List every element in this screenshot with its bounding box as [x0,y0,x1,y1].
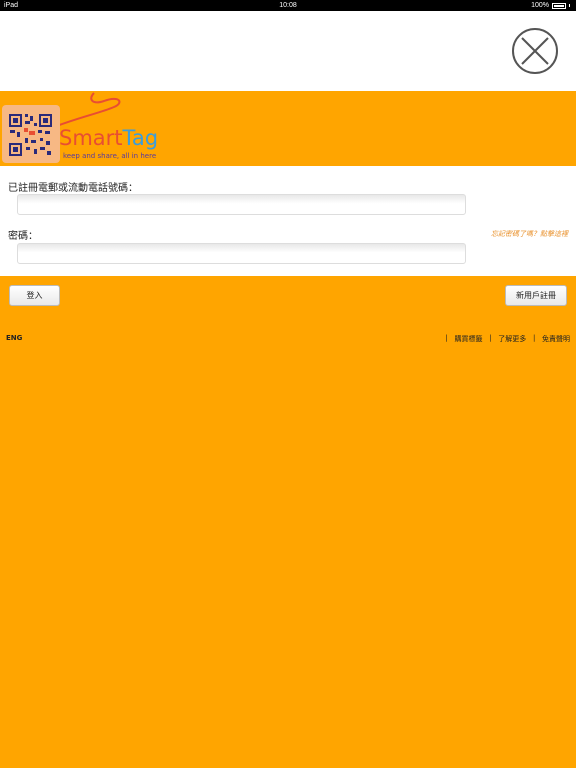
battery-indicator: 100% [531,0,570,11]
register-button[interactable]: 新用戶註冊 [505,285,567,306]
forgot-password-link[interactable]: 忘記密碼了嗎？點擊這裡 [491,229,568,239]
status-time: 10:08 [279,2,297,9]
battery-icon [552,2,566,9]
login-button[interactable]: 登入 [9,285,60,306]
footer-link-learn-more[interactable]: 了解更多 [498,334,526,344]
footer-links: | 購買標籤 | 了解更多 | 免責聲明 [445,334,570,344]
close-x-circle-icon [521,37,549,65]
battery-percent: 100% [531,2,549,9]
account-label: 已註冊電郵或流動電話號碼： [8,183,138,194]
language-switch-link[interactable]: ENG [6,334,22,342]
footer-links-row: ENG | 購買標籤 | 了解更多 | 免責聲明 [0,334,576,346]
brand-name-smart: Smart [59,126,123,150]
account-input[interactable] [17,194,466,215]
close-button[interactable] [512,28,558,74]
brand-tagline: keep and share, all in here [63,152,157,160]
login-form: 已註冊電郵或流動電話號碼： 密碼： 忘記密碼了嗎？點擊這裡 [0,166,576,276]
brand-banner: SmartTag keep and share, all in here [0,91,576,166]
battery-tip [569,4,570,7]
brand-name-tag: Tag [122,126,159,150]
password-input[interactable] [17,243,466,264]
password-label: 密碼： [8,231,38,242]
footer-link-buy-tags[interactable]: 購買標籤 [455,334,483,344]
qr-code-logo-icon [2,105,60,163]
top-bar [0,11,576,91]
footer-link-disclaimer[interactable]: 免責聲明 [542,334,570,344]
brand-name: SmartTag [59,126,158,150]
status-bar: iPad 10:08 100% [0,0,576,11]
